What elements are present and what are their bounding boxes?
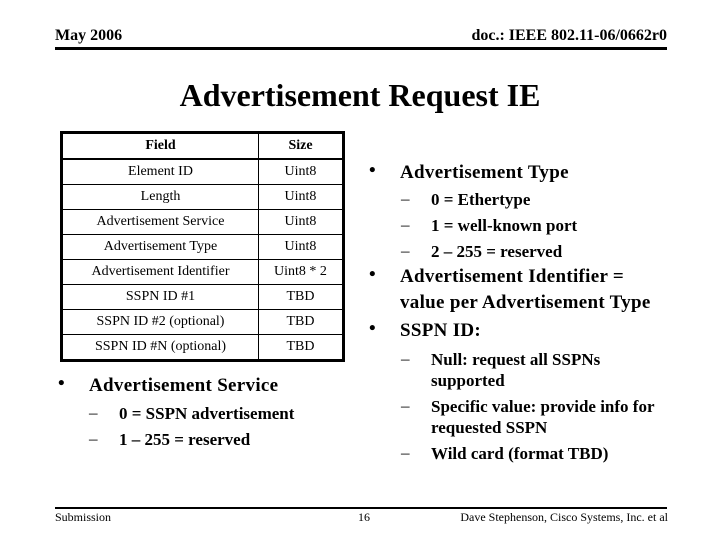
table-cell-field: SSPN ID #N (optional) [61, 334, 259, 361]
footer-submission: Submission [55, 510, 112, 524]
dash-icon: – [401, 189, 410, 208]
table-cell-field: Length [61, 184, 259, 210]
dash-icon: – [401, 241, 410, 260]
sub-item-text: requested SSPN [431, 418, 548, 437]
dash-icon: – [89, 429, 98, 448]
header-rule [55, 47, 667, 50]
dash-icon: – [401, 396, 410, 415]
table-cell-field: Advertisement Identifier [61, 259, 259, 285]
table-row: SSPN ID #1 TBD [61, 284, 344, 310]
table-cell-size: TBD [258, 309, 344, 335]
sub-item-text: 2 – 255 = reserved [431, 242, 563, 261]
table-cell-size: Uint8 [258, 158, 344, 185]
table-header-row: Field Size [61, 132, 344, 160]
table-row: SSPN ID #2 (optional) TBD [61, 309, 344, 335]
footer-page-number: 16 [358, 510, 370, 524]
table-cell-field: SSPN ID #1 [61, 284, 259, 310]
table-cell-field: Advertisement Service [61, 209, 259, 235]
table-cell-size: Uint8 [258, 209, 344, 235]
sub-item-text: supported [431, 371, 505, 390]
sub-item-text: 1 = well-known port [431, 216, 578, 235]
footer-rule [55, 507, 667, 509]
footer-author: Dave Stephenson, Cisco Systems, Inc. et … [460, 510, 668, 524]
sub-item-text: 0 = SSPN advertisement [119, 404, 295, 423]
table-cell-field: Advertisement Type [61, 234, 259, 260]
table-cell-size: Uint8 [258, 184, 344, 210]
dash-icon: – [89, 403, 98, 422]
fields-table: Field Size Element ID Uint8 Length Uint8 A… [60, 131, 345, 362]
header-date: May 2006 [55, 27, 123, 44]
table-cell-size: TBD [258, 334, 344, 361]
header-doc-id: doc.: IEEE 802.11-06/0662r0 [471, 27, 667, 44]
bullet-icon: • [369, 160, 376, 181]
bullet-label-line1: Advertisement Identifier = [400, 266, 625, 287]
dash-icon: – [401, 215, 410, 234]
table-row: SSPN ID #N (optional) TBD [61, 334, 344, 361]
table-cell-field: Element ID [61, 158, 259, 185]
bullet-icon: • [369, 318, 376, 339]
dash-icon: – [401, 349, 410, 368]
bullet-label-line2: value per Advertisement Type [400, 292, 651, 313]
table-row: Length Uint8 [61, 184, 344, 210]
table-header-size: Size [258, 132, 344, 160]
table-row: Advertisement Identifier Uint8 * 2 [61, 259, 344, 285]
bullet-icon: • [369, 264, 376, 285]
table-cell-size: TBD [258, 284, 344, 310]
dash-icon: – [401, 443, 410, 462]
table-row: Advertisement Service Uint8 [61, 209, 344, 235]
sub-item-text: Specific value: provide info for [431, 397, 655, 416]
sub-item-text: Wild card (format TBD) [431, 444, 609, 463]
table-row: Advertisement Type Uint8 [61, 234, 344, 260]
sub-item-text: Null: request all SSPNs [431, 350, 601, 369]
table-row: Element ID Uint8 [61, 158, 344, 185]
bullet-label: SSPN ID: [400, 320, 482, 341]
table-header-field: Field [61, 132, 259, 160]
bullet-icon: • [58, 373, 65, 394]
bullet-label: Advertisement Service [89, 375, 279, 396]
sub-item-text: 0 = Ethertype [431, 190, 531, 209]
table-cell-size: Uint8 [258, 234, 344, 260]
slide-title: Advertisement Request IE [179, 77, 541, 113]
table-cell-size: Uint8 * 2 [258, 259, 344, 285]
bullet-label: Advertisement Type [400, 162, 569, 183]
table-cell-field: SSPN ID #2 (optional) [61, 309, 259, 335]
sub-item-text: 1 – 255 = reserved [119, 430, 251, 449]
